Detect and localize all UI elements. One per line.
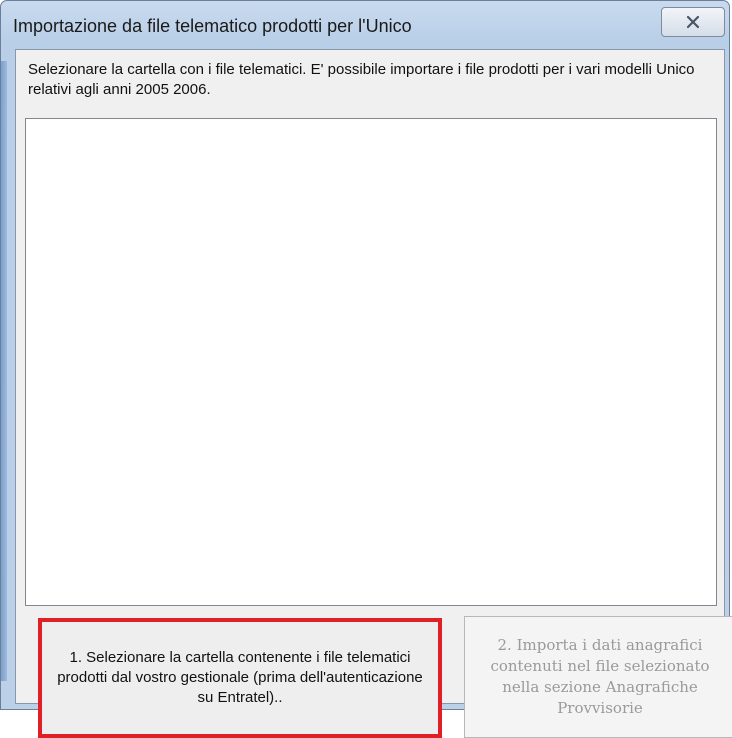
dialog-content: Selezionare la cartella con i file telem…	[15, 49, 732, 738]
select-folder-button-label: 1. Selezionare la cartella contenente i …	[57, 649, 423, 706]
window-edge-decoration	[1, 61, 7, 681]
select-folder-button[interactable]: 1. Selezionare la cartella contenente i …	[38, 618, 442, 738]
close-icon	[686, 15, 700, 29]
import-dialog-window: Importazione da file telematico prodotti…	[0, 0, 732, 738]
import-data-button-label: 2. Importa i dati anagrafici contenuti n…	[490, 636, 710, 717]
title-bar[interactable]: Importazione da file telematico prodotti…	[1, 1, 729, 45]
file-list[interactable]	[25, 118, 717, 606]
import-data-button[interactable]: 2. Importa i dati anagrafici contenuti n…	[464, 616, 732, 738]
close-button[interactable]	[661, 7, 725, 37]
window-title: Importazione da file telematico prodotti…	[13, 16, 412, 36]
instruction-text: Selezionare la cartella con i file telem…	[28, 61, 695, 98]
